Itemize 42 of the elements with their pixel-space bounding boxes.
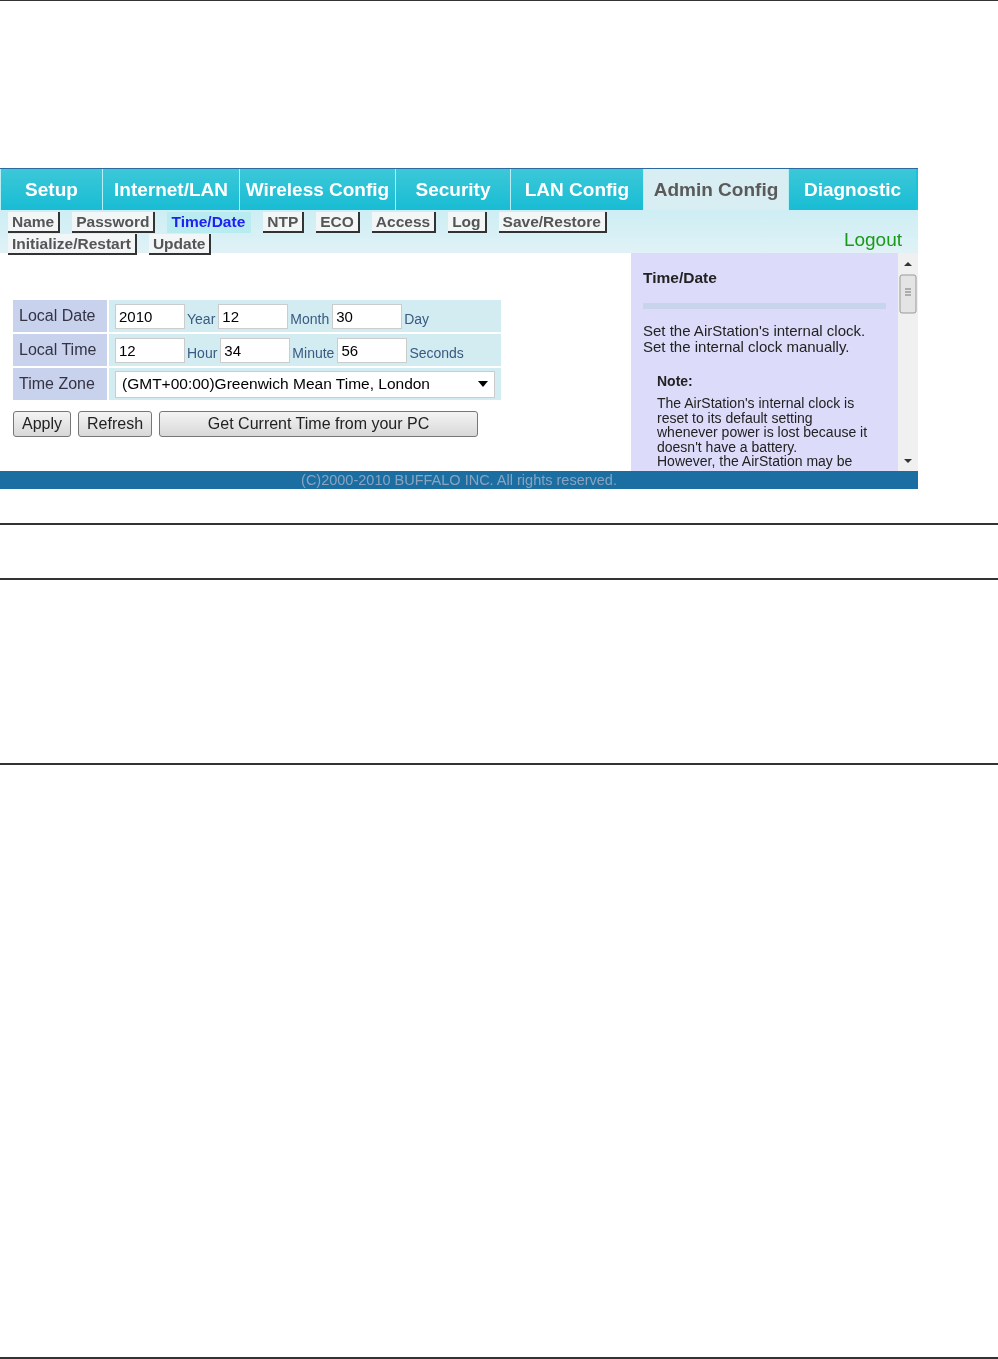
sub-tab[interactable]: Update [148,234,212,255]
text-input[interactable]: 30 [332,303,403,329]
note-text: doesn't have a battery. [657,439,798,454]
text-input[interactable]: 12 [218,303,289,329]
unit-label: Year [187,311,216,327]
copyright-text: (C)2000-2010 BUFFALO INC. All rights reserved. [301,472,617,488]
unit-label: Day [404,311,430,327]
note-text: The AirStation's internal clock is [657,396,856,411]
sub-tab[interactable]: Initialize/Restart [8,234,137,255]
action-button[interactable]: Apply [13,411,72,437]
sub-tab[interactable]: Password [72,212,156,233]
help-text: Set the AirStation's internal clock. [643,323,867,339]
action-button[interactable]: Get Current Time from your PC [159,411,479,437]
field-label: Time Zone [13,368,107,400]
text-input[interactable]: 2010 [115,303,185,329]
nav-tab[interactable]: Admin Config [643,169,788,210]
action-button[interactable]: Refresh [78,411,153,437]
field-label: Local Date [13,300,107,332]
unit-label: Seconds [409,345,464,361]
note-text: However, the AirStation may be [657,454,854,469]
unit-label: Minute [292,345,335,361]
sub-tab[interactable]: ECO [316,212,360,233]
sub-tab[interactable]: Save/Restore [498,212,607,233]
text-input[interactable]: 12 [115,337,185,363]
note-text: whenever power is lost because it [657,425,869,440]
note-text: reset to its default setting [657,410,813,425]
help-text: Set the internal clock manually. [643,339,851,355]
sub-tab[interactable]: Time/Date [167,212,252,233]
unit-label: Hour [187,345,218,361]
caret-icon [478,381,488,387]
sub-tab[interactable]: Access [371,212,437,233]
note-title: Note: [657,373,694,389]
scrollbar[interactable] [898,253,918,471]
unit-label: Month [290,311,330,327]
sub-tab[interactable]: NTP [263,212,305,233]
timezone-dropdown[interactable]: (GMT+00:00)Greenwich Mean Time, London [115,370,495,398]
text-input[interactable]: 34 [220,337,291,363]
help-title: Time/Date [643,269,718,287]
field-label: Local Time [13,334,107,366]
text-input[interactable]: 56 [337,337,408,363]
sub-tab[interactable]: Log [448,212,487,233]
sub-tab[interactable]: Name [8,212,61,233]
